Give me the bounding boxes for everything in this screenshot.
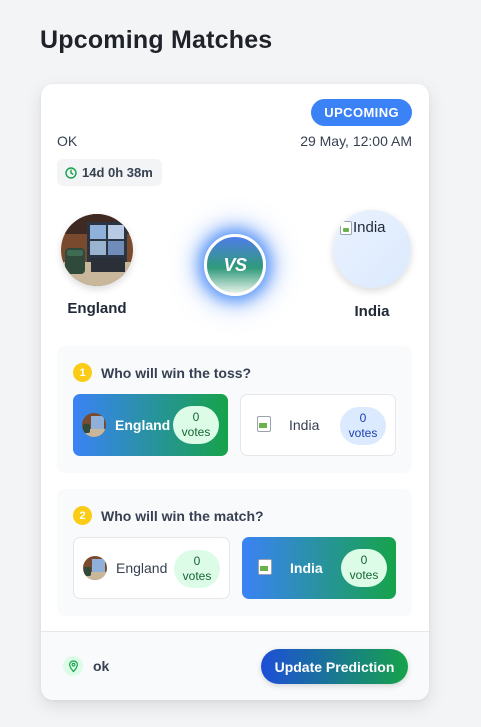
match-datetime: 29 May, 12:00 AM bbox=[300, 133, 412, 149]
vote-count-pill: 0 votes bbox=[341, 549, 387, 587]
question-number-badge: 2 bbox=[73, 506, 92, 525]
match-card: UPCOMING OK 29 May, 12:00 AM 14d 0h 38m bbox=[41, 84, 429, 700]
england-thumb-icon bbox=[82, 413, 106, 437]
venue-label: OK bbox=[57, 133, 78, 149]
location-pin-icon bbox=[63, 656, 83, 676]
option-label: England bbox=[115, 417, 171, 433]
update-prediction-button[interactable]: Update Prediction bbox=[261, 649, 408, 684]
option-toss-england[interactable]: England 0 votes bbox=[73, 394, 228, 456]
card-footer: ok Update Prediction bbox=[41, 631, 429, 700]
away-team-logo-alt: India bbox=[353, 219, 386, 236]
broken-image-icon: India bbox=[340, 219, 386, 236]
home-team: England bbox=[61, 214, 133, 317]
option-label: England bbox=[116, 560, 168, 576]
page-title: Upcoming Matches bbox=[40, 26, 273, 54]
question-text: Who will win the match? bbox=[101, 507, 264, 524]
option-match-india[interactable]: India 0 votes bbox=[242, 537, 396, 599]
vote-count-pill: 0 votes bbox=[340, 407, 386, 445]
away-team-name: India bbox=[354, 303, 390, 320]
clock-icon bbox=[65, 166, 77, 179]
countdown-text: 14d 0h 38m bbox=[82, 165, 153, 180]
broken-image-icon bbox=[258, 559, 276, 577]
broken-image-icon bbox=[257, 416, 275, 434]
question-match: 2 Who will win the match? England 0 vote… bbox=[57, 489, 412, 616]
vote-count-pill: 0 votes bbox=[173, 406, 219, 444]
status-badge: UPCOMING bbox=[311, 99, 412, 126]
away-team: India India bbox=[331, 210, 413, 320]
option-toss-india[interactable]: India 0 votes bbox=[240, 394, 396, 456]
home-team-name: England bbox=[67, 300, 127, 317]
option-match-england[interactable]: England 0 votes bbox=[73, 537, 230, 599]
vs-badge: VS bbox=[204, 234, 266, 296]
vote-count-pill: 0 votes bbox=[174, 550, 220, 588]
option-label: India bbox=[290, 560, 323, 576]
england-thumb-icon bbox=[83, 556, 107, 580]
question-number-badge: 1 bbox=[73, 363, 92, 382]
countdown-timer: 14d 0h 38m bbox=[57, 159, 162, 186]
question-text: Who will win the toss? bbox=[101, 364, 252, 381]
footer-venue: ok bbox=[93, 658, 110, 674]
away-team-logo: India bbox=[333, 210, 411, 288]
option-label: India bbox=[289, 417, 320, 433]
home-team-logo bbox=[61, 214, 133, 286]
question-toss: 1 Who will win the toss? England 0 votes… bbox=[57, 346, 412, 473]
